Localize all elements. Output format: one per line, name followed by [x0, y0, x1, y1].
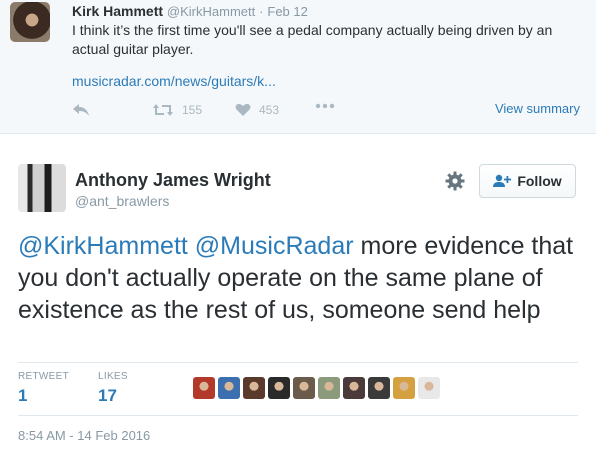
- likes-count: 17: [98, 386, 117, 405]
- settings-button[interactable]: [445, 171, 465, 196]
- add-user-icon: [493, 174, 512, 187]
- retweet-count: 1: [18, 386, 28, 405]
- previous-tweet: Kirk Hammett @KirkHammett · Feb 12 I thi…: [0, 0, 596, 133]
- tweet-text: I think it’s the first time you'll see a…: [72, 22, 553, 57]
- gear-icon: [445, 171, 465, 191]
- retweet-label: RETWEET: [18, 371, 69, 382]
- liker-avatar[interactable]: [218, 377, 240, 399]
- author-name[interactable]: Anthony James Wright: [75, 170, 271, 191]
- liker-avatar[interactable]: [268, 377, 290, 399]
- reply-button[interactable]: [72, 103, 90, 117]
- separator: ·: [259, 4, 264, 19]
- like-button[interactable]: 453: [235, 103, 279, 117]
- divider: [0, 133, 596, 134]
- view-summary-link[interactable]: View summary: [495, 101, 580, 116]
- reply-icon: [73, 104, 89, 116]
- tweet-timestamp[interactable]: 8:54 AM - 14 Feb 2016: [18, 428, 150, 443]
- author-name[interactable]: Kirk Hammett: [72, 3, 163, 19]
- tweet-date[interactable]: Feb 12: [267, 4, 307, 19]
- liker-avatar[interactable]: [368, 377, 390, 399]
- more-icon: [315, 103, 335, 109]
- liker-avatar[interactable]: [293, 377, 315, 399]
- mention-link[interactable]: @MusicRadar: [195, 232, 354, 260]
- tweet-header: Kirk Hammett @KirkHammett · Feb 12: [72, 3, 308, 19]
- retweet-stat[interactable]: RETWEET 1: [18, 371, 69, 406]
- author-handle[interactable]: @KirkHammett: [167, 4, 255, 19]
- liker-avatar[interactable]: [393, 377, 415, 399]
- retweet-icon: [153, 104, 173, 116]
- likes-stat[interactable]: LIKES 17: [98, 371, 128, 406]
- like-count: 453: [259, 103, 280, 117]
- retweet-button[interactable]: 155: [152, 103, 202, 117]
- liker-avatar[interactable]: [418, 377, 440, 399]
- divider: [18, 362, 578, 363]
- author-handle[interactable]: @ant_brawlers: [75, 193, 169, 209]
- avatar[interactable]: [10, 2, 50, 42]
- liker-avatar[interactable]: [243, 377, 265, 399]
- heart-icon: [235, 103, 251, 116]
- mention-link[interactable]: @KirkHammett: [18, 232, 188, 260]
- follow-label: Follow: [517, 173, 562, 189]
- tweet-link[interactable]: musicradar.com/news/guitars/k...: [72, 73, 276, 89]
- more-button[interactable]: [315, 103, 335, 109]
- liker-avatar[interactable]: [318, 377, 340, 399]
- liker-avatars: [193, 377, 440, 399]
- likes-label: LIKES: [98, 371, 128, 382]
- liker-avatar[interactable]: [193, 377, 215, 399]
- retweet-count: 155: [182, 103, 203, 117]
- divider: [18, 415, 578, 416]
- tweet-text: @KirkHammett @MusicRadar more evidence t…: [18, 230, 588, 326]
- liker-avatar[interactable]: [343, 377, 365, 399]
- avatar[interactable]: [18, 164, 66, 212]
- follow-button[interactable]: Follow: [479, 164, 576, 198]
